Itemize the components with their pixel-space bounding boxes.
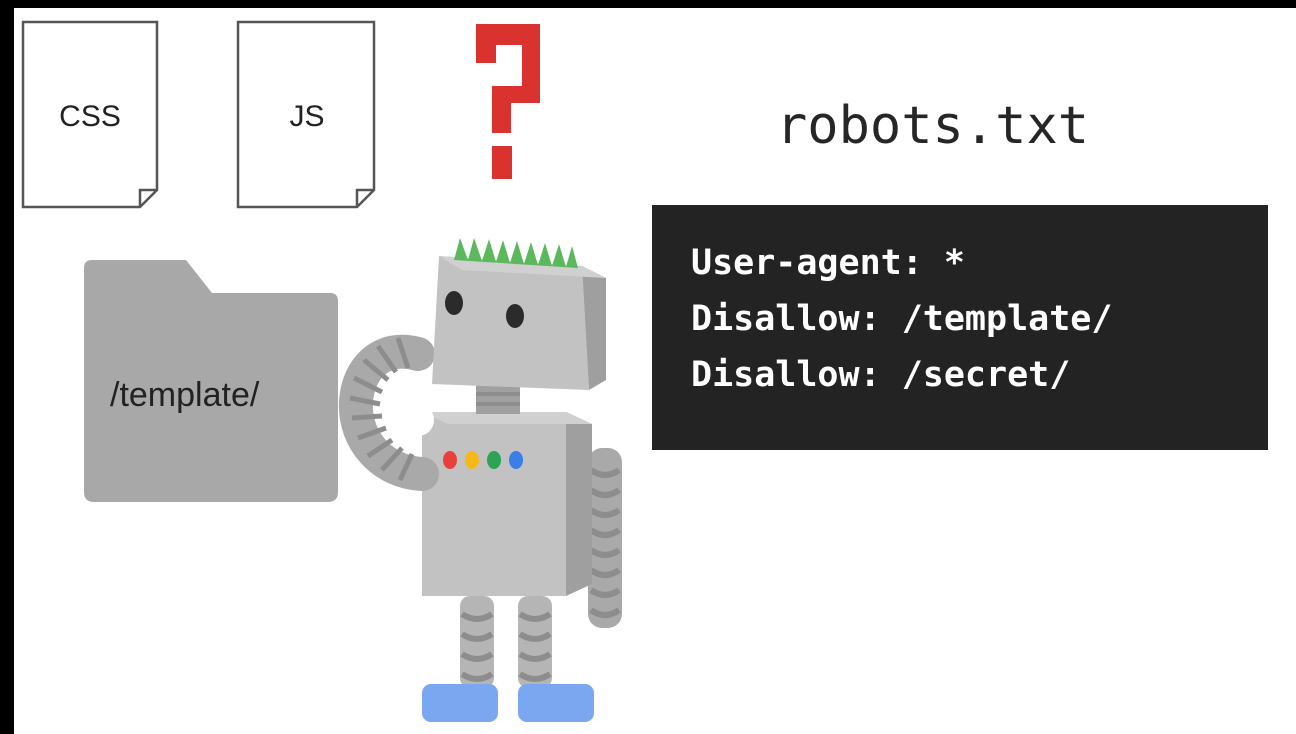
robot-torso <box>422 412 566 596</box>
folder-label: /template/ <box>110 376 260 414</box>
robot-foot-left <box>422 684 498 722</box>
css-file-label: CSS <box>59 100 121 133</box>
code-line-disallow-template: Disallow: /template/ <box>691 299 1113 339</box>
robot-illustration <box>338 238 622 722</box>
template-folder: /template/ <box>84 260 338 502</box>
js-file: JS <box>236 20 376 209</box>
robot-eye-right <box>506 304 524 328</box>
indicator-light-green <box>487 451 501 469</box>
js-file-label: JS <box>289 100 324 133</box>
diagram-canvas: CSS JS /template/ robots.txt User-agent:… <box>14 8 1296 734</box>
indicator-light-yellow <box>465 451 479 469</box>
indicator-light-blue <box>509 451 523 469</box>
robot-arm-raised <box>338 334 439 491</box>
code-line-disallow-secret: Disallow: /secret/ <box>691 355 1071 395</box>
question-mark-icon <box>476 24 540 179</box>
robot-foot-right <box>518 684 594 722</box>
robots-txt-code-panel: User-agent: * Disallow: /template/ Disal… <box>652 205 1268 450</box>
robots-txt-title: robots.txt <box>776 96 1090 156</box>
code-line-user-agent: User-agent: * <box>691 243 965 283</box>
css-file: CSS <box>21 20 159 209</box>
indicator-light-red <box>443 451 457 469</box>
robot-eye-left <box>445 291 463 315</box>
code-lines: User-agent: * Disallow: /template/ Disal… <box>691 235 1112 403</box>
robot-neck <box>476 384 520 414</box>
